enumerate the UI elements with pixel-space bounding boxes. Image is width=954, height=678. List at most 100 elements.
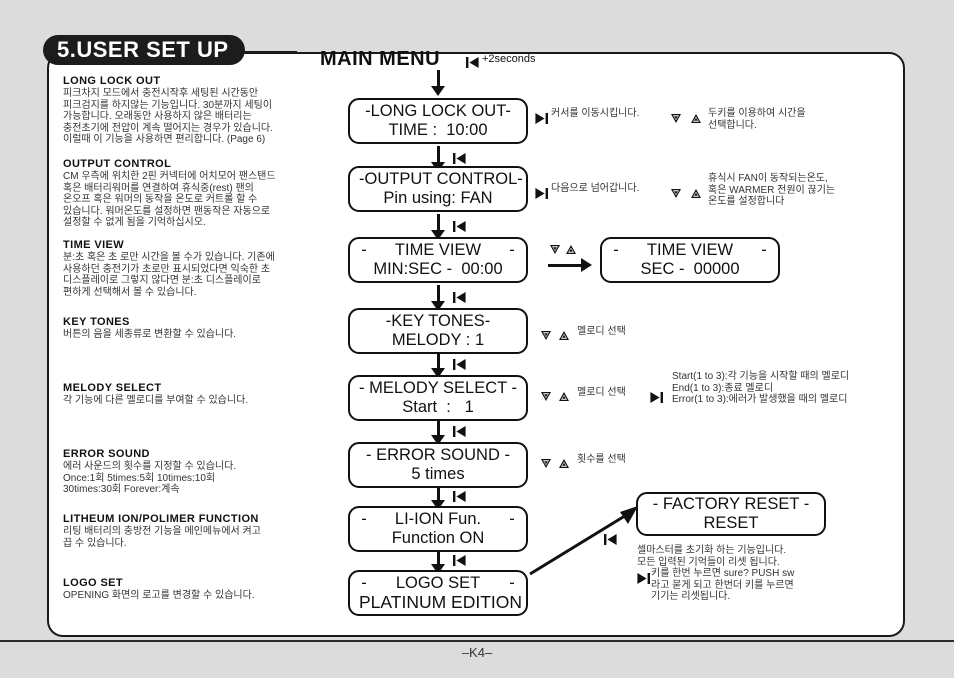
- desc-long-lock-out: LONG LOCK OUT 피크차지 모드에서 충전시작후 세팅된 시간동안 피…: [63, 75, 353, 146]
- annotation-melody-select-forward: Start(1 to 3):각 기능을 시작할 때의 멜로디 End(1 to …: [672, 371, 850, 405]
- page-number: –K4–: [461, 645, 493, 660]
- menu-line-2: MELODY : 1: [391, 331, 485, 349]
- annotation-long-lock-out-forward: 커서를 이동시킵니다.: [551, 108, 640, 119]
- triangle-up-icon: [690, 185, 702, 203]
- annotation-key-tones-updown: 멜로디 선택: [577, 326, 626, 337]
- menu-line-1: - LOGO SET -: [359, 574, 517, 593]
- skip-forward-icon: [535, 185, 548, 203]
- menu-line-1-text: LI-ION Fun.: [394, 510, 482, 528]
- triangle-up-icon: [690, 110, 702, 128]
- menu-line-1: - LI-ION Fun. -: [359, 510, 517, 529]
- skip-back-icon: [453, 356, 466, 374]
- dash-left: -: [361, 241, 367, 259]
- menu-line-1-text: TIME VIEW: [394, 241, 482, 259]
- dash-right: -: [509, 574, 515, 592]
- desc-body: 에러 사운드의 횟수를 지정할 수 있습니다. Once:1회 5times:5…: [63, 461, 237, 496]
- desc-body: 피크차지 모드에서 충전시작후 세팅된 시간동안 피크검지를 하지않는 기능입니…: [63, 88, 273, 146]
- menu-line-1: - MELODY SELECT -: [359, 379, 518, 397]
- skip-back-icon: [453, 552, 466, 570]
- skip-back-icon: [453, 423, 466, 441]
- menu-line-1: -OUTPUT CONTROL-: [359, 170, 523, 188]
- desc-heading: MELODY SELECT: [63, 382, 162, 394]
- desc-body: CM 우측에 위치한 2핀 커넥터에 어치모어 팬스탠드 혹은 배터리워머를 연…: [63, 171, 276, 229]
- desc-time-view: TIME VIEW 분:초 혹은 초 로만 시간을 볼 수가 있습니다. 기존에…: [63, 239, 353, 298]
- factory-reset-note-b: 키를 한번 누르면 sure? PUSH sw 라고 묻게 되고 한번더 키를 …: [651, 568, 795, 602]
- manual-page: 5.USER SET UP MAIN MENU +2seconds LONG L…: [0, 0, 954, 678]
- triangle-up-icon: [558, 327, 570, 345]
- triangle-down-icon: [540, 327, 552, 345]
- triangle-up-icon: [558, 388, 570, 406]
- dash-left: -: [361, 574, 367, 592]
- desc-body: 각 기능에 다른 멜로디를 부여할 수 있습니다.: [63, 395, 249, 406]
- desc-heading: KEY TONES: [63, 316, 130, 328]
- skip-back-icon: [453, 289, 466, 307]
- dash-right: -: [761, 241, 767, 259]
- menu-box-li-ion-function[interactable]: - LI-ION Fun. - Function ON: [348, 506, 528, 552]
- desc-heading: LITHEUM ION/POLIMER FUNCTION: [63, 513, 259, 525]
- skip-back-icon: [604, 531, 617, 549]
- menu-line-2: SEC - 00000: [640, 260, 740, 278]
- desc-heading: LONG LOCK OUT: [63, 75, 161, 87]
- flow-arrow-to-long-lock-out: [431, 70, 445, 96]
- triangle-down-icon: [670, 185, 682, 203]
- skip-back-icon: [453, 218, 466, 236]
- triangle-down-icon: [540, 455, 552, 473]
- menu-line-2: PLATINUM EDITION: [359, 592, 523, 612]
- menu-line-2: Start : 1: [402, 398, 474, 416]
- menu-line-1: -LONG LOCK OUT-: [365, 102, 511, 120]
- menu-box-long-lock-out[interactable]: -LONG LOCK OUT- TIME : 10:00: [348, 98, 528, 144]
- menu-box-melody-select[interactable]: - MELODY SELECT - Start : 1: [348, 375, 528, 421]
- desc-lithium-ion-function: LITHEUM ION/POLIMER FUNCTION 리팅 배터리의 충방전…: [63, 513, 353, 549]
- desc-body: OPENING 화면의 로고를 변경할 수 있습니다.: [63, 590, 255, 601]
- menu-box-output-control[interactable]: -OUTPUT CONTROL- Pin using: FAN: [348, 166, 528, 212]
- flow-arrow-time-view-alt: [548, 258, 592, 272]
- desc-error-sound: ERROR SOUND 에러 사운드의 횟수를 지정할 수 있습니다. Once…: [63, 448, 353, 496]
- menu-line-2: Pin using: FAN: [383, 189, 493, 207]
- menu-line-2: 5 times: [411, 465, 465, 483]
- triangle-down-icon: [549, 241, 561, 259]
- section-badge: 5.USER SET UP: [43, 35, 245, 65]
- menu-line-1: - ERROR SOUND -: [366, 446, 510, 464]
- menu-line-2: RESET: [703, 514, 759, 532]
- dash-right: -: [509, 510, 515, 528]
- menu-box-error-sound[interactable]: - ERROR SOUND - 5 times: [348, 442, 528, 488]
- menu-box-time-view[interactable]: - TIME VIEW - MIN:SEC - 00:00: [348, 237, 528, 283]
- menu-line-1-text: LOGO SET: [395, 574, 481, 592]
- main-menu-note: +2seconds: [482, 53, 536, 65]
- skip-back-icon: [453, 488, 466, 506]
- menu-line-1: - FACTORY RESET -: [652, 495, 810, 513]
- menu-line-1: - TIME VIEW -: [359, 241, 517, 260]
- menu-line-2: MIN:SEC - 00:00: [373, 260, 503, 278]
- factory-reset-note-a: 셀마스터를 초기화 하는 기능입니다. 모든 입력된 기억들이 리셋 됩니다.: [637, 545, 787, 568]
- triangle-up-icon: [558, 455, 570, 473]
- desc-body: 분:초 혹은 초 로만 시간을 볼 수가 있습니다. 기존에 사용하던 충전기가…: [63, 252, 275, 298]
- skip-forward-icon: [535, 110, 548, 128]
- skip-back-icon: [466, 54, 479, 72]
- triangle-down-icon: [670, 110, 682, 128]
- annotation-output-control-forward: 다음으로 넘어갑니다.: [551, 183, 640, 194]
- desc-body: 버튼의 음을 세종류로 변환할 수 있습니다.: [63, 329, 237, 340]
- menu-box-logo-set[interactable]: - LOGO SET - PLATINUM EDITION: [348, 570, 528, 616]
- menu-line-2: Function ON: [391, 529, 485, 547]
- menu-box-time-view-sec[interactable]: - TIME VIEW - SEC - 00000: [600, 237, 780, 283]
- triangle-down-icon: [540, 388, 552, 406]
- menu-line-1-text: TIME VIEW: [646, 241, 734, 259]
- desc-output-control: OUTPUT CONTROL CM 우측에 위치한 2핀 커넥터에 어치모어 팬…: [63, 158, 353, 229]
- skip-forward-icon: [637, 570, 650, 588]
- desc-key-tones: KEY TONES 버튼의 음을 세종류로 변환할 수 있습니다.: [63, 316, 353, 341]
- skip-forward-icon: [650, 389, 663, 407]
- annotation-long-lock-out-updown: 두키를 이용하여 시간을 선택합니다.: [708, 108, 806, 131]
- menu-box-factory-reset[interactable]: - FACTORY RESET - RESET: [636, 492, 826, 536]
- desc-heading: LOGO SET: [63, 577, 124, 589]
- dash-left: -: [613, 241, 619, 259]
- annotation-output-control-updown: 휴식시 FAN이 동작되는온도, 혹은 WARMER 전원이 끊기는 온도를 설…: [708, 173, 836, 207]
- dash-left: -: [361, 510, 367, 528]
- desc-logo-set: LOGO SET OPENING 화면의 로고를 변경할 수 있습니다.: [63, 577, 353, 602]
- main-menu-title: MAIN MENU: [320, 48, 441, 70]
- menu-box-key-tones[interactable]: -KEY TONES- MELODY : 1: [348, 308, 528, 354]
- desc-heading: ERROR SOUND: [63, 448, 150, 460]
- desc-melody-select: MELODY SELECT 각 기능에 다른 멜로디를 부여할 수 있습니다.: [63, 382, 353, 407]
- desc-heading: OUTPUT CONTROL: [63, 158, 172, 170]
- footer-rule: [0, 640, 954, 642]
- menu-line-1: - TIME VIEW -: [611, 241, 769, 260]
